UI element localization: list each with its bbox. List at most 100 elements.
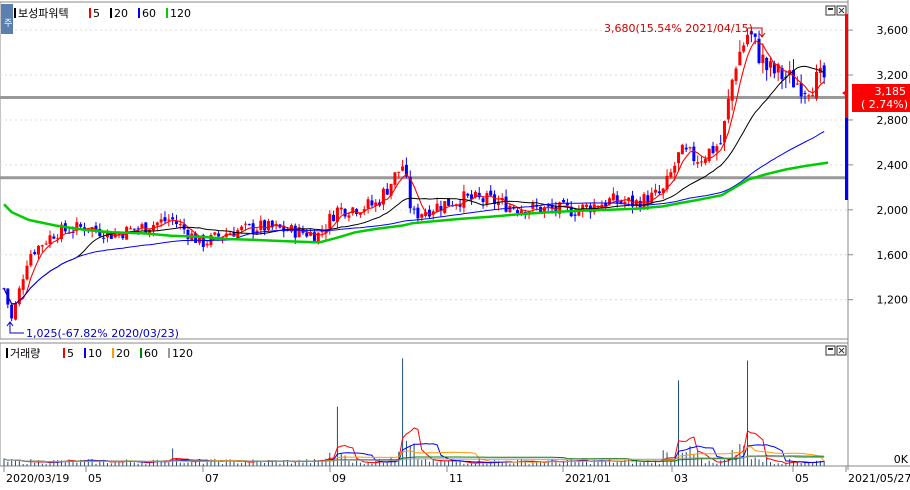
- candle-body: [707, 148, 711, 162]
- volume-title: 거래량: [10, 347, 40, 360]
- candle-body: [347, 215, 351, 218]
- candle-body: [669, 172, 673, 178]
- candle-body: [328, 213, 332, 229]
- legend-label: 5: [93, 7, 100, 20]
- candle-body: [305, 232, 309, 237]
- x-tick-label: 2020/03/19: [6, 472, 69, 485]
- legend-label: 60: [144, 347, 158, 360]
- candle-body: [128, 228, 132, 230]
- price-axis-ticks: 1,200 1,600 2,000 2,400 2,800 3,200 3,600: [848, 24, 908, 307]
- candle-body: [178, 224, 182, 226]
- candle-body: [44, 243, 48, 245]
- candle-body: [738, 51, 742, 66]
- candle-body: [546, 205, 550, 207]
- candle-body: [466, 193, 470, 196]
- stock-chart-window: 1,200 1,600 2,000 2,400 2,800 3,200 3,600 0K 20…: [0, 0, 910, 486]
- volume-panel-close-button[interactable]: [836, 345, 847, 356]
- candle-body: [680, 144, 684, 155]
- candle-body: [696, 162, 700, 164]
- candle-body: [485, 193, 489, 205]
- candle-body: [343, 208, 347, 217]
- candle-body: [623, 201, 627, 204]
- candle-body: [259, 220, 263, 230]
- candle-body: [320, 231, 324, 233]
- candle-body: [795, 83, 799, 85]
- candle-body: [799, 82, 803, 97]
- candle-body: [293, 225, 297, 238]
- candle-body: [657, 191, 661, 194]
- candle-body: [385, 188, 389, 195]
- candle-body: [765, 57, 769, 71]
- legend-label: 120: [170, 7, 191, 20]
- candle-body: [703, 158, 707, 163]
- candle-body: [174, 221, 178, 225]
- legend-swatch: [168, 348, 170, 358]
- candle-body: [393, 172, 397, 185]
- candle-body: [504, 196, 508, 212]
- candle-body: [263, 220, 267, 231]
- candle-body: [420, 214, 424, 218]
- price-panel-frame: [0, 1, 849, 340]
- candle-body: [332, 214, 336, 222]
- candle-body: [742, 45, 746, 52]
- stock-chart-svg: 1,2001,6002,0002,4002,8003,2003,600 0K 20…: [0, 0, 910, 485]
- candle-body: [401, 166, 405, 171]
- legend-swatch: [63, 348, 65, 358]
- volume-panel-restore-button[interactable]: [825, 345, 836, 356]
- candle-body: [673, 165, 677, 173]
- candle-body: [213, 232, 217, 235]
- price-tick-label: 3,600: [877, 24, 909, 37]
- candle-body: [102, 237, 106, 239]
- price-panel-restore-button[interactable]: [825, 5, 836, 16]
- x-tick-label: 05: [795, 472, 809, 485]
- x-tick-label: 05: [88, 472, 102, 485]
- candle-body: [815, 71, 819, 99]
- candle-body: [33, 252, 37, 254]
- price-tick-label: 2,000: [877, 204, 909, 217]
- candle-body: [25, 265, 29, 280]
- price-tick-label: 3,200: [877, 69, 909, 82]
- candle-body: [719, 143, 723, 145]
- candle-body: [692, 146, 696, 162]
- legend-swatch: [84, 348, 86, 358]
- candle-body: [611, 193, 615, 201]
- candle-body: [769, 61, 773, 68]
- candle-body: [339, 207, 343, 210]
- candle-body: [481, 198, 485, 203]
- candle-body: [734, 68, 738, 81]
- price-panel-tab-label: 주: [4, 18, 12, 29]
- candle-body: [52, 236, 56, 239]
- price-tick-label: 2,800: [877, 114, 909, 127]
- x-tick-label: 03: [674, 472, 688, 485]
- legend-label: 20: [114, 7, 128, 20]
- x-axis-ticks: 2020/03/19 05 07 09 11 2021/01 03 05 2021/05/27: [3, 466, 910, 485]
- candle-body: [746, 34, 750, 45]
- range-bar-down: [845, 118, 848, 200]
- price-tick-label: 1,200: [877, 294, 909, 307]
- candle-body: [726, 98, 730, 120]
- candle-body: [48, 235, 52, 244]
- legend-swatch: [166, 8, 168, 18]
- candle-body: [650, 192, 654, 204]
- candle-body: [132, 228, 136, 230]
- volume-tick-label: 0K: [894, 453, 909, 466]
- volume-legend-marker: [6, 348, 8, 358]
- current-price: 3,185: [875, 85, 907, 98]
- x-tick-label: 09: [332, 472, 346, 485]
- candle-body: [416, 207, 420, 219]
- legend-marker: [14, 8, 16, 18]
- legend-label: 120: [172, 347, 193, 360]
- legend-swatch: [112, 348, 114, 358]
- legend-swatch: [138, 8, 140, 18]
- range-bar-up: [845, 14, 848, 118]
- x-tick-label: 07: [205, 472, 219, 485]
- candle-body: [266, 221, 270, 230]
- x-tick-label: 2021/05/27: [848, 472, 910, 485]
- candle-body: [243, 223, 247, 225]
- price-panel-close-button[interactable]: [836, 5, 847, 16]
- candle-body: [753, 33, 757, 37]
- legend-swatch: [140, 348, 142, 358]
- legend-label: 10: [88, 347, 102, 360]
- candle-body: [489, 190, 493, 196]
- candle-body: [435, 203, 439, 212]
